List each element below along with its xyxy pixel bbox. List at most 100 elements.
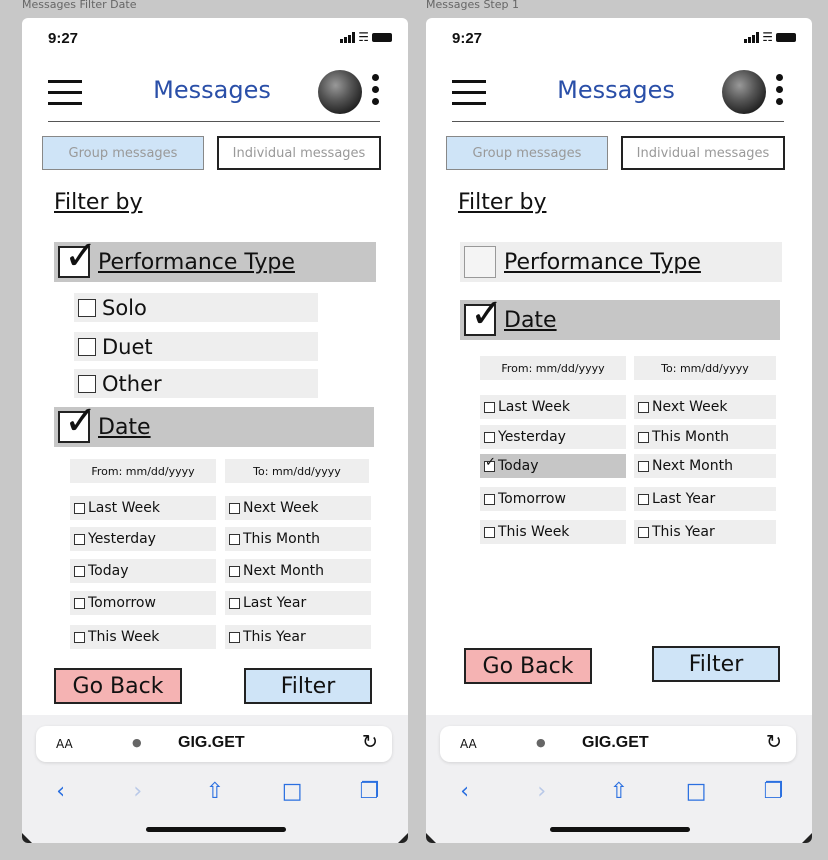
- checkmark-icon: ✓: [485, 454, 496, 470]
- checkmark-icon: ✓: [64, 233, 98, 279]
- date-option-next-week[interactable]: Next Week: [634, 395, 776, 419]
- date-option-today[interactable]: ✓ Today: [480, 454, 626, 478]
- share-icon[interactable]: ⇧: [599, 779, 639, 804]
- go-back-button[interactable]: Go Back: [54, 668, 182, 704]
- back-icon[interactable]: ‹: [41, 779, 81, 804]
- option-label: This Month: [652, 429, 729, 445]
- section-label: Date: [504, 307, 557, 333]
- checkbox[interactable]: [74, 631, 85, 643]
- date-checkbox[interactable]: ✓: [58, 401, 98, 443]
- tabs-icon[interactable]: ❐: [753, 779, 793, 804]
- date-checkbox[interactable]: ✓: [464, 294, 504, 336]
- date-option-this-month[interactable]: This Month: [634, 425, 776, 449]
- checkbox[interactable]: [229, 631, 240, 643]
- checkbox[interactable]: [638, 526, 649, 538]
- date-option-today[interactable]: Today: [70, 559, 216, 583]
- checkbox[interactable]: [74, 502, 85, 514]
- section-label: Performance Type: [98, 249, 295, 275]
- checkbox[interactable]: [638, 431, 649, 443]
- more-options-icon[interactable]: [372, 74, 380, 110]
- checkbox[interactable]: [229, 597, 240, 609]
- option-other[interactable]: Other: [74, 369, 318, 398]
- option-label: This Week: [88, 629, 160, 645]
- date-option-next-month[interactable]: Next Month: [225, 559, 371, 583]
- section-date[interactable]: ✓ Date: [54, 401, 374, 447]
- date-option-this-year[interactable]: This Year: [634, 520, 776, 544]
- checkbox[interactable]: ✓: [484, 456, 496, 472]
- menu-icon[interactable]: [48, 80, 82, 113]
- checkbox[interactable]: [229, 565, 240, 577]
- wifi-icon: ☴: [762, 30, 773, 44]
- text-size-button[interactable]: AA: [56, 737, 73, 751]
- checkbox[interactable]: [638, 493, 649, 505]
- avatar[interactable]: [722, 70, 766, 114]
- checkbox[interactable]: [484, 493, 495, 505]
- checkbox[interactable]: [638, 401, 649, 413]
- option-label: Today: [498, 458, 539, 474]
- date-option-this-week[interactable]: This Week: [480, 520, 626, 544]
- go-back-button[interactable]: Go Back: [464, 648, 592, 684]
- date-option-next-month[interactable]: Next Month: [634, 454, 776, 478]
- performance-type-checkbox[interactable]: ✓: [58, 236, 98, 278]
- url-domain[interactable]: GIG.GET: [178, 734, 245, 752]
- date-option-tomorrow[interactable]: Tomorrow: [70, 591, 216, 615]
- date-to-input[interactable]: To: mm/dd/yyyy: [225, 459, 369, 483]
- performance-type-checkbox[interactable]: [464, 246, 496, 278]
- page-title: Messages: [557, 76, 675, 104]
- date-from-input[interactable]: From: mm/dd/yyyy: [480, 356, 626, 380]
- filter-button[interactable]: Filter: [244, 668, 372, 704]
- checkbox[interactable]: [74, 565, 85, 577]
- tabs-icon[interactable]: ❐: [349, 779, 389, 804]
- date-option-yesterday[interactable]: Yesterday: [70, 527, 216, 551]
- forward-icon[interactable]: ›: [522, 779, 562, 804]
- text-size-button[interactable]: AA: [460, 737, 477, 751]
- date-option-this-week[interactable]: This Week: [70, 625, 216, 649]
- avatar[interactable]: [318, 70, 362, 114]
- date-option-next-week[interactable]: Next Week: [225, 496, 371, 520]
- more-options-icon[interactable]: [776, 74, 784, 110]
- date-to-input[interactable]: To: mm/dd/yyyy: [634, 356, 776, 380]
- checkbox[interactable]: [229, 533, 240, 545]
- date-option-this-month[interactable]: This Month: [225, 527, 371, 551]
- date-option-last-week[interactable]: Last Week: [70, 496, 216, 520]
- forward-icon[interactable]: ›: [118, 779, 158, 804]
- phone-screen-2: 9:27 ☴ Messages Group messages Individua…: [426, 18, 812, 843]
- tab-group-messages[interactable]: Group messages: [42, 136, 204, 170]
- date-option-last-week[interactable]: Last Week: [480, 395, 626, 419]
- date-option-last-year[interactable]: Last Year: [634, 487, 776, 511]
- checkbox[interactable]: [78, 374, 96, 393]
- tab-individual-messages[interactable]: Individual messages: [217, 136, 381, 170]
- option-solo[interactable]: Solo: [74, 293, 318, 322]
- checkbox[interactable]: [74, 533, 85, 545]
- menu-icon[interactable]: [452, 80, 486, 113]
- option-duet[interactable]: Duet: [74, 332, 318, 361]
- section-performance-type[interactable]: Performance Type: [460, 242, 782, 282]
- bookmarks-icon[interactable]: □: [272, 779, 312, 804]
- date-option-this-year[interactable]: This Year: [225, 625, 371, 649]
- checkbox[interactable]: [484, 431, 495, 443]
- reload-icon[interactable]: ↻: [766, 731, 782, 753]
- checkbox[interactable]: [74, 597, 85, 609]
- page-title: Messages: [153, 76, 271, 104]
- share-icon[interactable]: ⇧: [195, 779, 235, 804]
- tab-individual-messages[interactable]: Individual messages: [621, 136, 785, 170]
- checkbox[interactable]: [638, 460, 649, 472]
- checkbox[interactable]: [229, 502, 240, 514]
- checkbox[interactable]: [484, 526, 495, 538]
- checkbox[interactable]: [78, 298, 96, 317]
- date-option-yesterday[interactable]: Yesterday: [480, 425, 626, 449]
- section-date[interactable]: ✓ Date: [460, 294, 780, 340]
- signal-icon: [340, 31, 356, 43]
- date-from-input[interactable]: From: mm/dd/yyyy: [70, 459, 216, 483]
- url-domain[interactable]: GIG.GET: [582, 734, 649, 752]
- tab-group-messages[interactable]: Group messages: [446, 136, 608, 170]
- reload-icon[interactable]: ↻: [362, 731, 378, 753]
- checkbox[interactable]: [484, 401, 495, 413]
- checkbox[interactable]: [78, 337, 96, 356]
- date-option-last-year[interactable]: Last Year: [225, 591, 371, 615]
- bookmarks-icon[interactable]: □: [676, 779, 716, 804]
- section-performance-type[interactable]: ✓ Performance Type: [54, 236, 376, 282]
- date-option-tomorrow[interactable]: Tomorrow: [480, 487, 626, 511]
- back-icon[interactable]: ‹: [445, 779, 485, 804]
- filter-button[interactable]: Filter: [652, 646, 780, 682]
